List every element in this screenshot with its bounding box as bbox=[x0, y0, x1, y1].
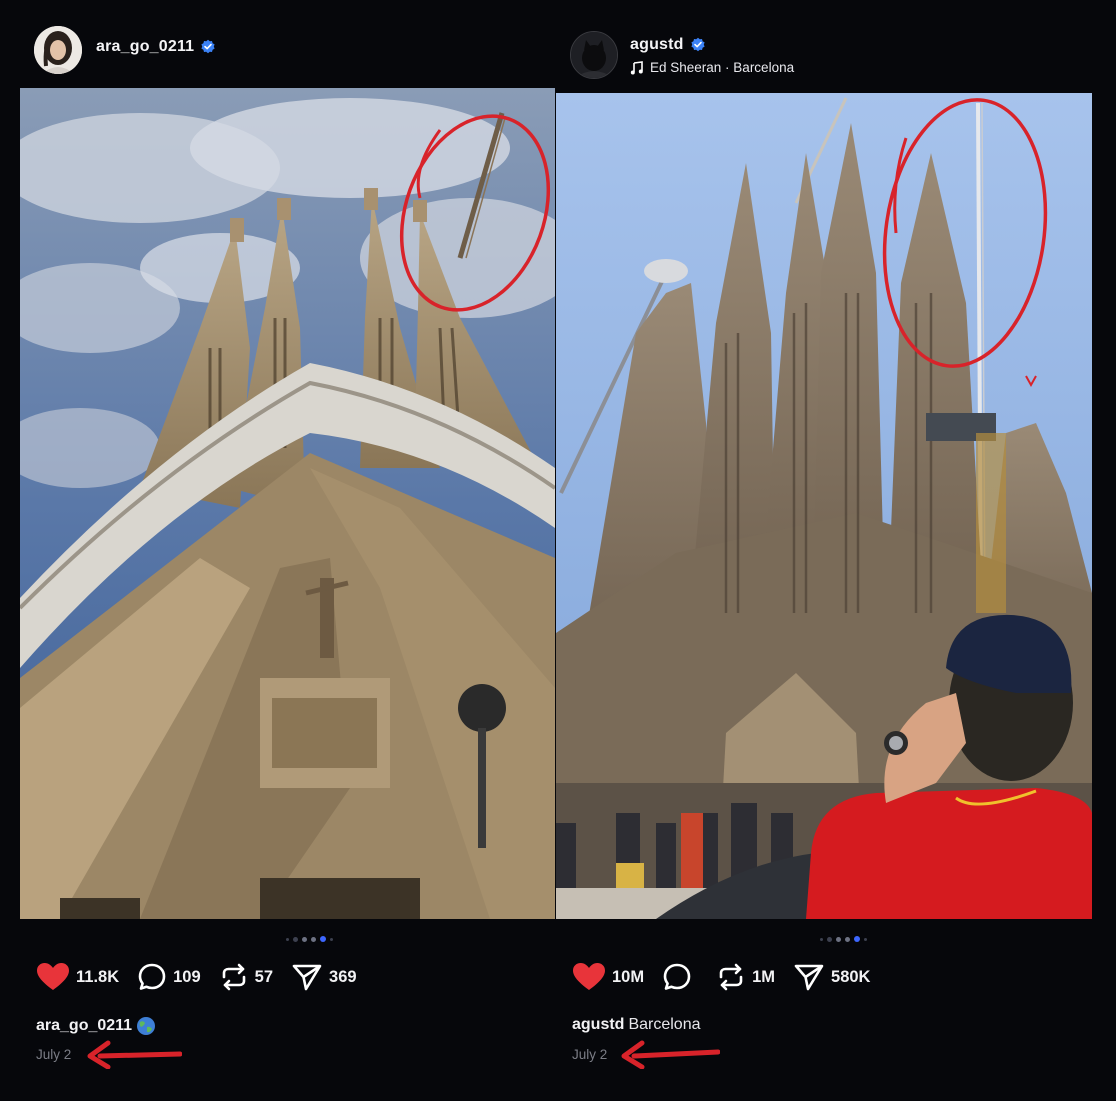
like-count: 10M bbox=[612, 967, 645, 986]
repost-icon bbox=[222, 963, 245, 991]
post-photo[interactable] bbox=[20, 88, 555, 919]
avatar[interactable] bbox=[34, 26, 82, 74]
avatar-image bbox=[571, 32, 617, 78]
carousel-dot bbox=[864, 937, 867, 941]
username-row: ara_go_0211 bbox=[96, 38, 216, 56]
music-label: Ed Sheeran · Barcelona bbox=[650, 60, 795, 75]
like-button[interactable]: 10M bbox=[572, 962, 644, 992]
verified-icon bbox=[201, 39, 215, 54]
heart-icon bbox=[37, 963, 69, 990]
caption: agustd Barcelona bbox=[572, 1016, 701, 1034]
avatar[interactable] bbox=[570, 31, 618, 79]
carousel-dot bbox=[286, 937, 289, 941]
post-right: agustd Ed Sheeran · Barcelona 10M 1M 580… bbox=[556, 0, 1092, 1101]
carousel-dots bbox=[820, 936, 867, 942]
share-button[interactable]: 369 bbox=[291, 962, 357, 992]
like-count: 11.8K bbox=[76, 967, 120, 986]
carousel-dot bbox=[330, 937, 333, 941]
carousel-dot bbox=[311, 936, 316, 942]
share-count: 580K bbox=[831, 967, 871, 986]
post-header: agustd Ed Sheeran · Barcelona bbox=[556, 0, 1092, 90]
repost-button[interactable]: 57 bbox=[219, 962, 273, 992]
repost-icon bbox=[719, 963, 743, 991]
share-icon bbox=[292, 964, 322, 991]
post-photo[interactable] bbox=[556, 93, 1092, 919]
post-date: July 2 bbox=[572, 1047, 608, 1062]
username[interactable]: ara_go_0211 bbox=[96, 38, 194, 56]
share-icon bbox=[794, 964, 824, 991]
carousel-dot bbox=[845, 936, 850, 942]
music-note-icon bbox=[630, 60, 643, 74]
avatar-image bbox=[34, 26, 82, 74]
music-row[interactable]: Ed Sheeran · Barcelona bbox=[630, 60, 794, 75]
username-row: agustd bbox=[630, 36, 706, 54]
share-count: 369 bbox=[329, 967, 357, 986]
repost-count: 1M bbox=[752, 967, 776, 986]
sagrada-familia-photo-right bbox=[556, 93, 1092, 919]
caption-username[interactable]: ara_go_0211 bbox=[36, 1017, 132, 1035]
carousel-dot bbox=[836, 936, 841, 942]
repost-button[interactable]: 1M bbox=[716, 962, 775, 992]
carousel-dot bbox=[302, 936, 307, 942]
post-left: ara_go_0211 11.8K 109 57 369 ara_go_0211… bbox=[20, 0, 555, 1101]
heart-icon bbox=[573, 963, 605, 990]
caption-username[interactable]: agustd bbox=[572, 1016, 624, 1034]
comment-button[interactable]: 109 bbox=[137, 962, 201, 992]
caption: ara_go_0211 bbox=[36, 1016, 156, 1036]
comment-button[interactable] bbox=[662, 962, 698, 992]
sagrada-familia-photo-left bbox=[20, 88, 555, 919]
carousel-dot bbox=[827, 936, 832, 942]
like-button[interactable]: 11.8K bbox=[36, 962, 119, 992]
carousel-dots bbox=[286, 936, 333, 942]
red-arrow-annotation bbox=[87, 1040, 182, 1069]
carousel-dot-active bbox=[854, 936, 860, 942]
red-arrow-annotation bbox=[621, 1040, 720, 1069]
caption-location: Barcelona bbox=[628, 1016, 701, 1033]
post-header: ara_go_0211 bbox=[20, 0, 555, 90]
share-button[interactable]: 580K bbox=[793, 962, 870, 992]
comment-icon bbox=[138, 963, 166, 990]
comment-count: 109 bbox=[173, 967, 201, 986]
carousel-dot bbox=[820, 937, 823, 941]
post-date: July 2 bbox=[36, 1047, 72, 1062]
carousel-dot-active bbox=[320, 936, 326, 942]
carousel-dot bbox=[293, 936, 298, 942]
verified-icon bbox=[691, 37, 705, 52]
action-bar: 11.8K 109 57 369 bbox=[36, 962, 375, 992]
repost-count: 57 bbox=[254, 967, 274, 986]
comment-icon bbox=[663, 963, 691, 990]
username[interactable]: agustd bbox=[630, 36, 684, 54]
action-bar: 10M 1M 580K bbox=[572, 962, 888, 992]
globe-icon bbox=[137, 1017, 156, 1035]
